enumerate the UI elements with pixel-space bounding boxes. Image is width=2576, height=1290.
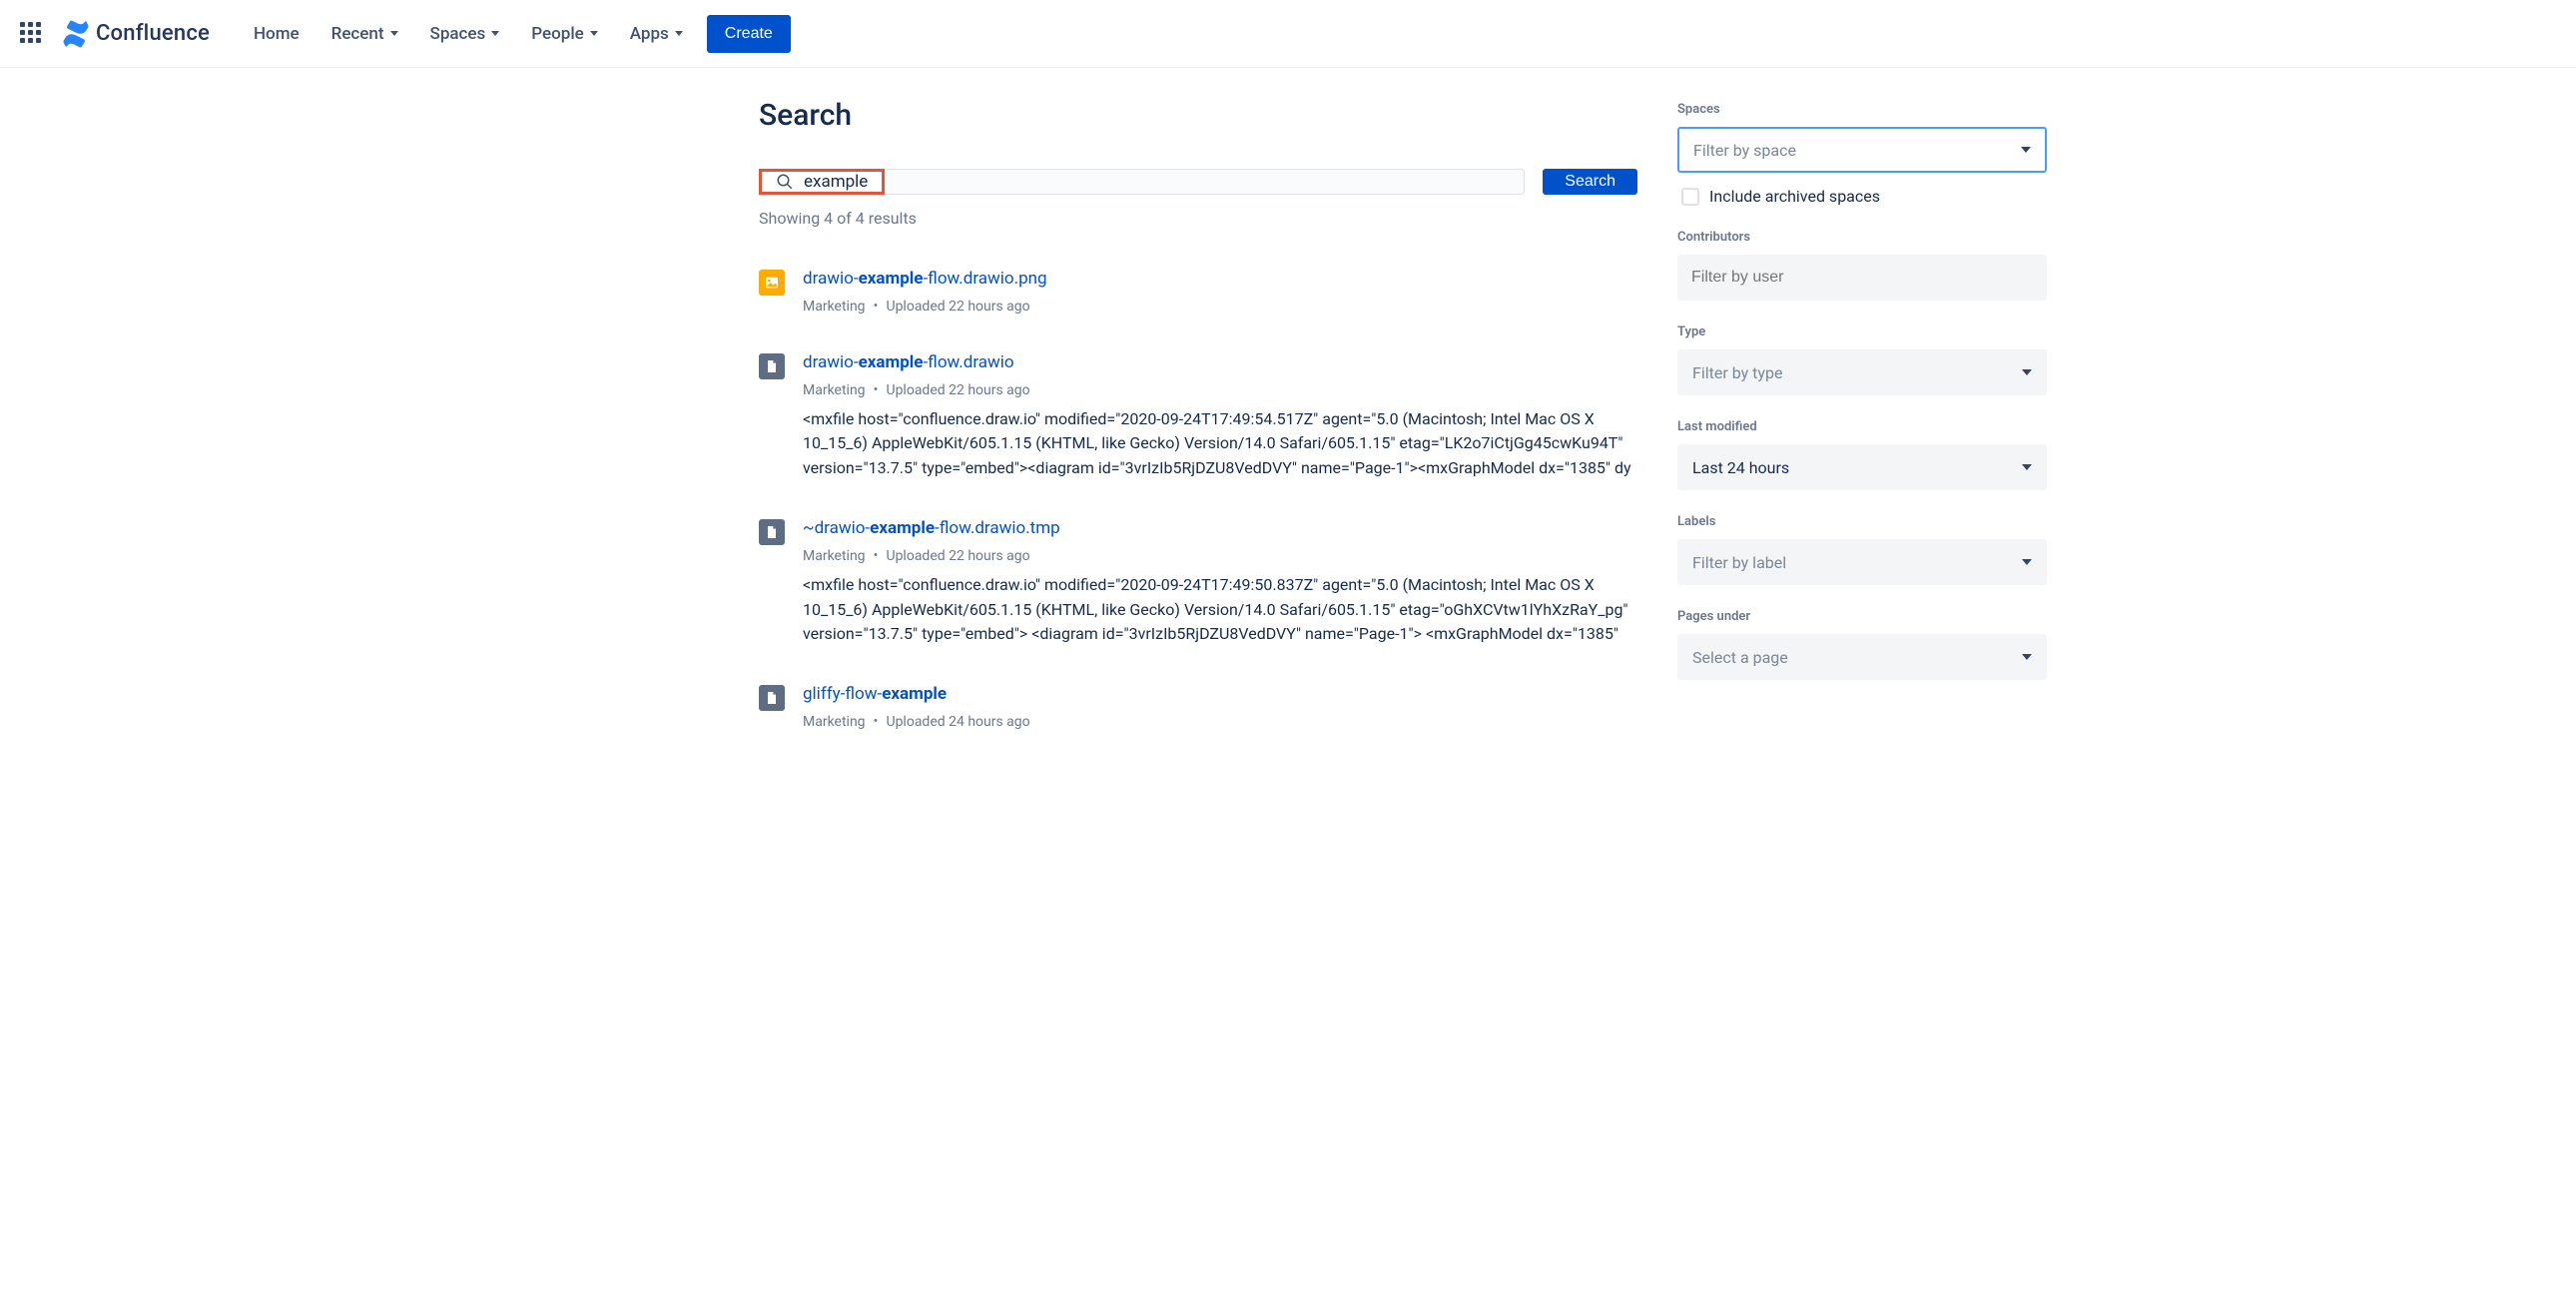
result-body: drawio-example-flow.drawio Marketing ・ Up… <box>803 351 1637 481</box>
nav-items: Home Recent Spaces People Apps <box>240 16 697 52</box>
result-title-link[interactable]: gliffy-flow-example <box>803 683 1637 707</box>
filter-lastmodified-value: Last 24 hours <box>1692 458 1789 477</box>
chevron-down-icon <box>2022 654 2032 660</box>
filter-pagesunder-select[interactable]: Select a page <box>1677 634 2047 680</box>
search-term: example <box>804 172 868 192</box>
result-title-link[interactable]: drawio-example-flow.drawio <box>803 351 1637 375</box>
result-body: ~drawio-example-flow.drawio.tmp Marketing… <box>803 517 1637 647</box>
result-snippet: <mxfile host="confluence.draw.io" modifi… <box>803 407 1637 481</box>
file-icon <box>759 519 785 545</box>
page-title: Search <box>759 98 1637 133</box>
filter-labels-select[interactable]: Filter by label <box>1677 539 2047 585</box>
result-snippet: <mxfile host="confluence.draw.io" modifi… <box>803 573 1637 647</box>
search-content: Search example Search Showing 4 of 4 res… <box>759 98 1637 731</box>
search-button[interactable]: Search <box>1543 169 1637 195</box>
filter-contributors-input[interactable] <box>1677 255 2047 301</box>
nav-home[interactable]: Home <box>240 16 314 52</box>
chevron-down-icon <box>2022 464 2032 470</box>
search-result: drawio-example-flow.drawio Marketing ・ Up… <box>759 351 1637 481</box>
filter-labels-placeholder: Filter by label <box>1692 553 1786 572</box>
search-result: drawio-example-flow.drawio.png Marketing … <box>759 268 1637 316</box>
search-input[interactable] <box>885 169 1525 195</box>
filter-contributors-label: Contributors <box>1677 230 2047 245</box>
nav-people[interactable]: People <box>517 16 612 52</box>
result-title-link[interactable]: ~drawio-example-flow.drawio.tmp <box>803 517 1637 541</box>
nav-apps[interactable]: Apps <box>616 16 697 52</box>
search-result: ~drawio-example-flow.drawio.tmp Marketing… <box>759 517 1637 647</box>
search-container: example <box>759 169 1525 195</box>
search-icon <box>776 173 794 191</box>
result-meta: Marketing ・ Uploaded 24 hours ago <box>803 711 1637 731</box>
chevron-down-icon <box>491 31 499 36</box>
chevron-down-icon <box>2021 147 2031 153</box>
filter-lastmodified-select[interactable]: Last 24 hours <box>1677 444 2047 490</box>
result-meta: Marketing ・ Uploaded 22 hours ago <box>803 545 1637 565</box>
filter-lastmodified-label: Last modified <box>1677 419 2047 434</box>
results-list: drawio-example-flow.drawio.png Marketing … <box>759 268 1637 731</box>
result-meta: Marketing ・ Uploaded 22 hours ago <box>803 379 1637 399</box>
file-icon <box>759 685 785 711</box>
confluence-icon <box>62 20 90 48</box>
chevron-down-icon <box>590 31 598 36</box>
filter-type-select[interactable]: Filter by type <box>1677 349 2047 395</box>
filter-type-label: Type <box>1677 324 2047 339</box>
filters-sidebar: Spaces Filter by space Include archived … <box>1677 98 2047 731</box>
filter-type-placeholder: Filter by type <box>1692 363 1782 382</box>
nav-spaces[interactable]: Spaces <box>416 16 514 52</box>
include-archived-row: Include archived spaces <box>1677 187 2047 206</box>
filter-spaces-placeholder: Filter by space <box>1693 141 1796 160</box>
chevron-down-icon <box>2022 559 2032 565</box>
result-title-link[interactable]: drawio-example-flow.drawio.png <box>803 268 1637 292</box>
search-term-highlight: example <box>759 169 885 195</box>
include-archived-checkbox[interactable] <box>1681 188 1699 206</box>
confluence-logo[interactable]: Confluence <box>62 20 210 48</box>
result-body: drawio-example-flow.drawio.png Marketing … <box>803 268 1637 316</box>
chevron-down-icon <box>390 31 398 36</box>
result-meta: Marketing ・ Uploaded 22 hours ago <box>803 296 1637 316</box>
filter-spaces-select[interactable]: Filter by space <box>1677 127 2047 173</box>
filter-pagesunder-label: Pages under <box>1677 609 2047 624</box>
chevron-down-icon <box>2022 369 2032 375</box>
file-icon <box>759 353 785 379</box>
top-nav: Confluence Home Recent Spaces People App… <box>0 0 2576 68</box>
product-name: Confluence <box>96 21 210 46</box>
create-button[interactable]: Create <box>707 15 791 53</box>
search-row: example Search <box>759 169 1637 195</box>
search-result: gliffy-flow-example Marketing ・ Uploaded … <box>759 683 1637 731</box>
include-archived-label: Include archived spaces <box>1709 187 1880 206</box>
filter-pagesunder-placeholder: Select a page <box>1692 648 1788 667</box>
nav-recent[interactable]: Recent <box>318 16 412 52</box>
app-switcher-icon[interactable] <box>20 22 44 46</box>
filter-spaces-label: Spaces <box>1677 102 2047 117</box>
image-icon <box>759 270 785 296</box>
filter-labels-label: Labels <box>1677 514 2047 529</box>
result-count: Showing 4 of 4 results <box>759 209 1637 228</box>
chevron-down-icon <box>675 31 683 36</box>
result-body: gliffy-flow-example Marketing ・ Uploaded … <box>803 683 1637 731</box>
